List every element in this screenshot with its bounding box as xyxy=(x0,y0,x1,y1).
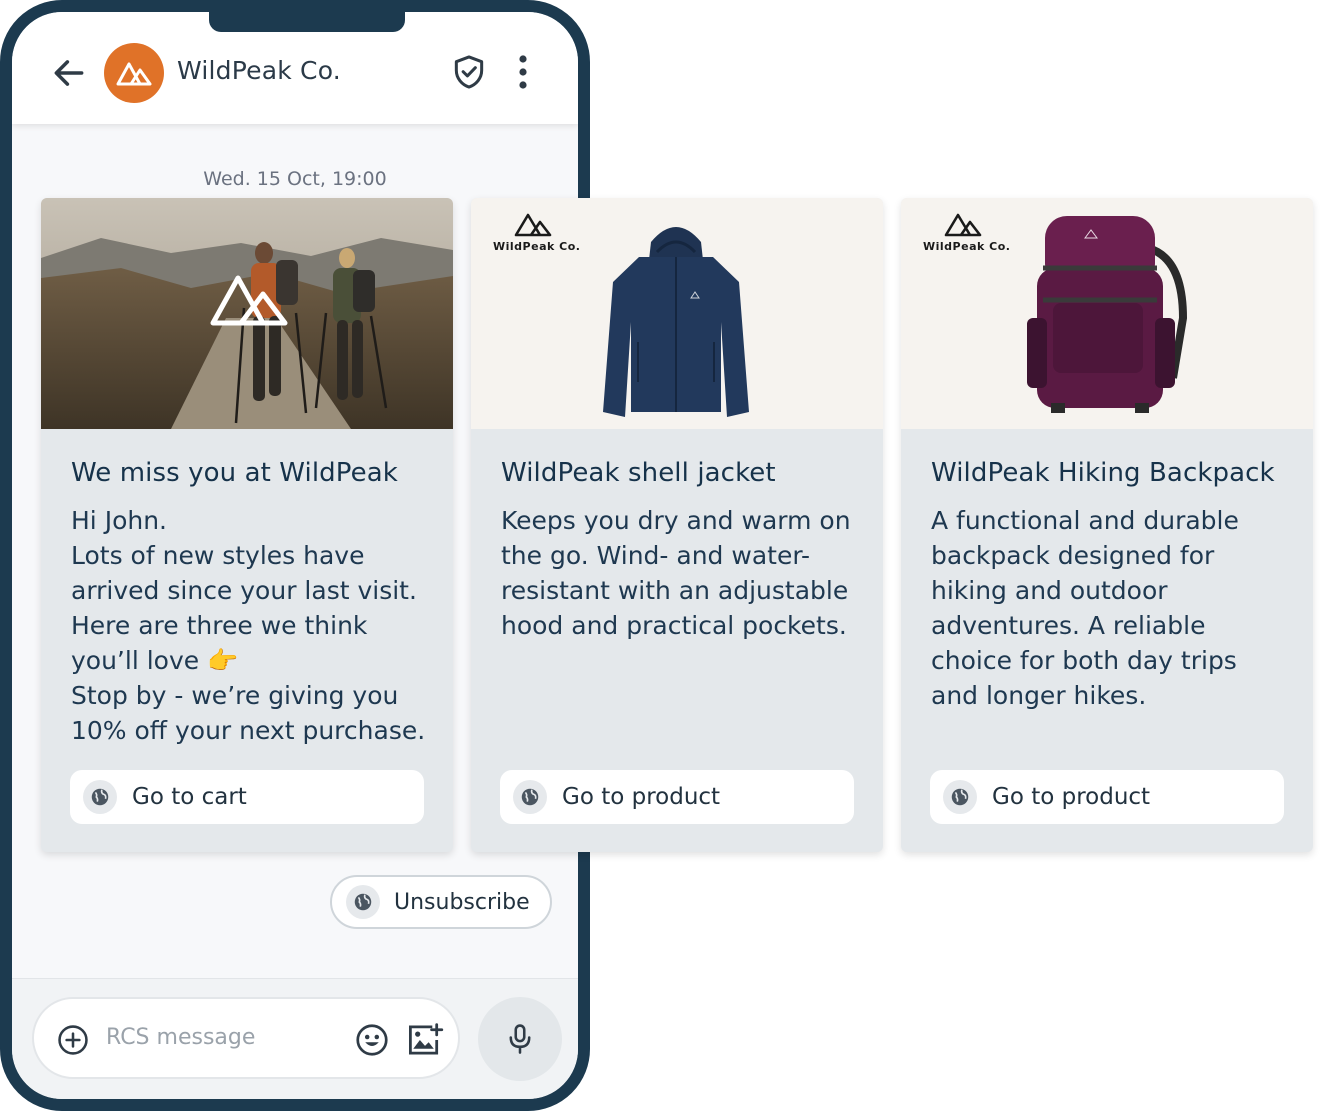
unsubscribe-label: Unsubscribe xyxy=(394,889,530,915)
phone-notch xyxy=(209,12,405,32)
brand-logo: WildPeak Co. xyxy=(493,212,583,256)
brand-logo: WildPeak Co. xyxy=(923,212,1013,256)
conversation-title: WildPeak Co. xyxy=(177,56,341,85)
mic-button[interactable] xyxy=(478,997,562,1081)
add-image-icon[interactable] xyxy=(406,1022,444,1058)
brand-logo-text: WildPeak Co. xyxy=(493,240,581,253)
message-timestamp: Wed. 15 Oct, 19:00 xyxy=(203,168,387,190)
go-to-cart-button[interactable]: Go to cart xyxy=(70,770,424,824)
card-title: WildPeak shell jacket xyxy=(501,458,776,488)
card-description: A functional and durable backpack design… xyxy=(931,506,1239,710)
go-to-product-button[interactable]: Go to product xyxy=(500,770,854,824)
card-title: WildPeak Hiking Backpack xyxy=(931,458,1275,488)
card-description: Hi John. Lots of new styles have arrived… xyxy=(71,506,426,745)
rich-card-jacket: WildPeak Co. WildPeak shell jacket Keeps… xyxy=(471,198,883,852)
shield-check-icon[interactable] xyxy=(450,53,488,91)
button-label: Go to product xyxy=(992,784,1151,810)
back-arrow-icon[interactable] xyxy=(50,54,88,92)
rich-card-promo: We miss you at WildPeak Hi John. Lots of… xyxy=(41,198,453,852)
globe-icon xyxy=(513,780,547,814)
button-label: Go to product xyxy=(562,784,721,810)
globe-icon xyxy=(943,780,977,814)
brand-logo-text: WildPeak Co. xyxy=(923,240,1011,253)
globe-icon xyxy=(83,780,117,814)
more-vert-icon[interactable] xyxy=(510,52,536,92)
button-label: Go to cart xyxy=(132,784,247,810)
avatar[interactable] xyxy=(104,43,164,103)
add-circle-icon[interactable] xyxy=(56,1023,90,1057)
rich-card-backpack: WildPeak Co. WildPeak Hiking Backpack A … xyxy=(901,198,1313,852)
hikers-photo[interactable] xyxy=(41,198,453,429)
mountain-logo-icon xyxy=(116,62,152,86)
emoji-icon[interactable] xyxy=(354,1022,390,1058)
message-input[interactable]: RCS message xyxy=(32,997,460,1079)
go-to-product-button[interactable]: Go to product xyxy=(930,770,1284,824)
unsubscribe-chip[interactable]: Unsubscribe xyxy=(330,875,552,929)
message-placeholder: RCS message xyxy=(106,1025,256,1050)
jacket-photo[interactable]: WildPeak Co. xyxy=(471,198,883,429)
globe-icon xyxy=(346,885,380,919)
card-title: We miss you at WildPeak xyxy=(71,458,398,488)
backpack-photo[interactable]: WildPeak Co. xyxy=(901,198,1313,429)
mic-icon xyxy=(509,1024,531,1054)
card-description: Keeps you dry and warm on the go. Wind- … xyxy=(501,506,851,640)
